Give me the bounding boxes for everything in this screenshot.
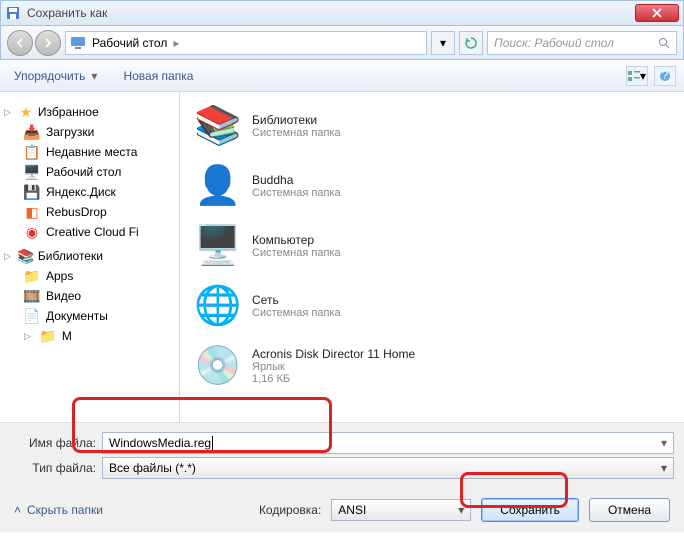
sidebar-item-desktop[interactable]: 🖥️Рабочий стол	[4, 162, 175, 182]
nav-bar: Рабочий стол ▸ ▾ Поиск: Рабочий стол	[0, 26, 684, 60]
video-icon: 🎞️	[24, 288, 40, 304]
encoding-select[interactable]: ANSI	[331, 499, 471, 521]
sidebar-item-downloads[interactable]: 📥Загрузки	[4, 122, 175, 142]
sidebar-item-recent[interactable]: 📋Недавние места	[4, 142, 175, 162]
encoding-label: Кодировка:	[259, 503, 321, 517]
organize-button[interactable]: Упорядочить	[8, 65, 103, 87]
newfolder-button[interactable]: Новая папка	[117, 65, 199, 87]
recent-icon: 📋	[24, 144, 40, 160]
user-icon: 👤	[194, 162, 242, 210]
window-title: Сохранить как	[27, 6, 635, 20]
desktop-icon	[70, 35, 86, 51]
library-icon: 📚	[194, 102, 242, 150]
search-placeholder: Поиск: Рабочий стол	[494, 36, 614, 50]
sidebar-item-rebus[interactable]: ◧RebusDrop	[4, 202, 175, 222]
sidebar-lib-apps[interactable]: 📁Apps	[4, 266, 175, 286]
hide-folders-link[interactable]: ˄Скрыть папки	[14, 503, 103, 517]
sidebar-item-yandex[interactable]: 💾Яндекс.Диск	[4, 182, 175, 202]
cancel-button[interactable]: Отмена	[589, 498, 670, 522]
action-bar: ˄Скрыть папки Кодировка: ANSI Сохранить …	[0, 488, 684, 532]
list-item[interactable]: 🌐СетьСистемная папка	[194, 282, 670, 330]
address-bar[interactable]: Рабочий стол ▸	[65, 31, 427, 55]
save-icon	[5, 5, 21, 21]
dropdown-button[interactable]: ▾	[431, 31, 455, 55]
breadcrumb: Рабочий стол	[92, 36, 167, 50]
list-item[interactable]: 💿Acronis Disk Director 11 HomeЯрлык1,16 …	[194, 342, 670, 390]
filetype-select[interactable]: Все файлы (*.*)	[102, 457, 674, 479]
filename-input[interactable]: WindowsMedia.reg▾	[102, 432, 674, 454]
form-panel: Имя файла: WindowsMedia.reg▾ Тип файла: …	[0, 422, 684, 488]
filetype-label: Тип файла:	[10, 461, 96, 475]
sidebar-lib-video[interactable]: 🎞️Видео	[4, 286, 175, 306]
disk-icon: 💿	[194, 342, 242, 390]
back-button[interactable]	[7, 30, 33, 56]
help-button[interactable]: ?	[654, 66, 676, 86]
refresh-button[interactable]	[459, 31, 483, 55]
adobe-icon: ◉	[24, 224, 40, 240]
list-item[interactable]: 📚БиблиотекиСистемная папка	[194, 102, 670, 150]
svg-text:?: ?	[662, 70, 669, 82]
file-list: 📚БиблиотекиСистемная папка 👤BuddhaСистем…	[180, 92, 684, 422]
rebus-icon: ◧	[24, 204, 40, 220]
folder-icon: 📁	[24, 268, 40, 284]
folder-icon: 📁	[40, 328, 56, 344]
list-item[interactable]: 🖥️КомпьютерСистемная папка	[194, 222, 670, 270]
titlebar: Сохранить как	[0, 0, 684, 26]
sidebar-lib-m[interactable]: ▷📁М	[4, 326, 175, 346]
sidebar-lib-docs[interactable]: 📄Документы	[4, 306, 175, 326]
sidebar-item-cc[interactable]: ◉Creative Cloud Fi	[4, 222, 175, 242]
desktop-icon: 🖥️	[24, 164, 40, 180]
favorites-header[interactable]: ▷★Избранное	[4, 102, 175, 122]
caret-icon	[212, 436, 213, 450]
folder-icon: 📥	[24, 124, 40, 140]
close-button[interactable]	[635, 4, 679, 22]
sidebar: ▷★Избранное 📥Загрузки 📋Недавние места 🖥️…	[0, 92, 180, 422]
filename-label: Имя файла:	[10, 436, 96, 450]
chevron-right-icon: ▸	[173, 36, 179, 50]
yandex-icon: 💾	[24, 184, 40, 200]
search-icon	[658, 37, 670, 49]
libraries-header[interactable]: ▷📚Библиотеки	[4, 246, 175, 266]
doc-icon: 📄	[24, 308, 40, 324]
list-item[interactable]: 👤BuddhaСистемная папка	[194, 162, 670, 210]
library-icon: 📚	[18, 248, 34, 264]
toolbar: Упорядочить Новая папка ▾ ?	[0, 60, 684, 92]
computer-icon: 🖥️	[194, 222, 242, 270]
view-button[interactable]: ▾	[626, 66, 648, 86]
network-icon: 🌐	[194, 282, 242, 330]
search-input[interactable]: Поиск: Рабочий стол	[487, 31, 677, 55]
forward-button[interactable]	[35, 30, 61, 56]
save-button[interactable]: Сохранить	[481, 498, 579, 522]
star-icon: ★	[18, 104, 34, 120]
chevron-up-icon: ˄	[14, 503, 21, 517]
